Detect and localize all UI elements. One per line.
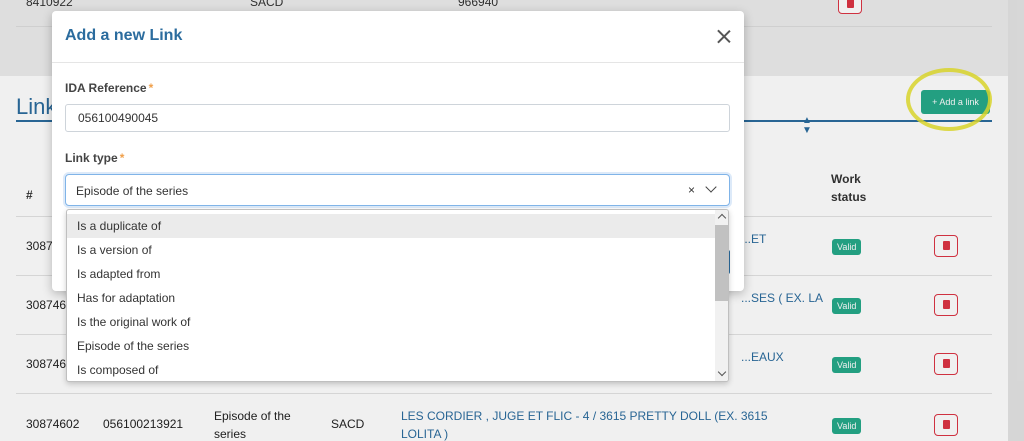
ida-reference-label-text: IDA Reference [65, 81, 147, 95]
dropdown-option[interactable]: Is adapted from [67, 262, 715, 286]
link-type-select[interactable]: Episode of the series × [65, 174, 730, 206]
close-icon[interactable] [713, 26, 735, 48]
dropdown-option[interactable]: Episode of the series [67, 334, 715, 358]
chevron-down-icon[interactable] [705, 181, 717, 193]
modal-title: Add a new Link [65, 27, 183, 44]
dropdown-option[interactable]: Is the original work of [67, 310, 715, 334]
clear-icon[interactable]: × [688, 183, 695, 197]
scroll-down-icon[interactable] [717, 367, 727, 377]
scroll-up-icon[interactable] [717, 213, 727, 223]
dropdown-option[interactable]: Is a version of [67, 238, 715, 262]
required-marker: * [148, 81, 154, 95]
dropdown-option[interactable]: Has for adaptation [67, 286, 715, 310]
dropdown-option[interactable]: Is a duplicate of [67, 214, 715, 238]
link-type-dropdown: Is a duplicate of Is a version of Is ada… [66, 209, 729, 382]
dropdown-scrollbar[interactable] [715, 210, 728, 381]
link-type-label-text: Link type [65, 151, 118, 165]
required-marker: * [119, 151, 125, 165]
ida-reference-label: IDA Reference * [65, 81, 153, 95]
modal-header: Add a new Link [52, 11, 744, 63]
dropdown-option[interactable]: Is composed of [67, 358, 715, 381]
link-type-label: Link type * [65, 151, 124, 165]
link-type-selected-value: Episode of the series [76, 184, 189, 198]
scrollbar-thumb[interactable] [715, 225, 728, 301]
ida-reference-input[interactable] [65, 104, 730, 132]
